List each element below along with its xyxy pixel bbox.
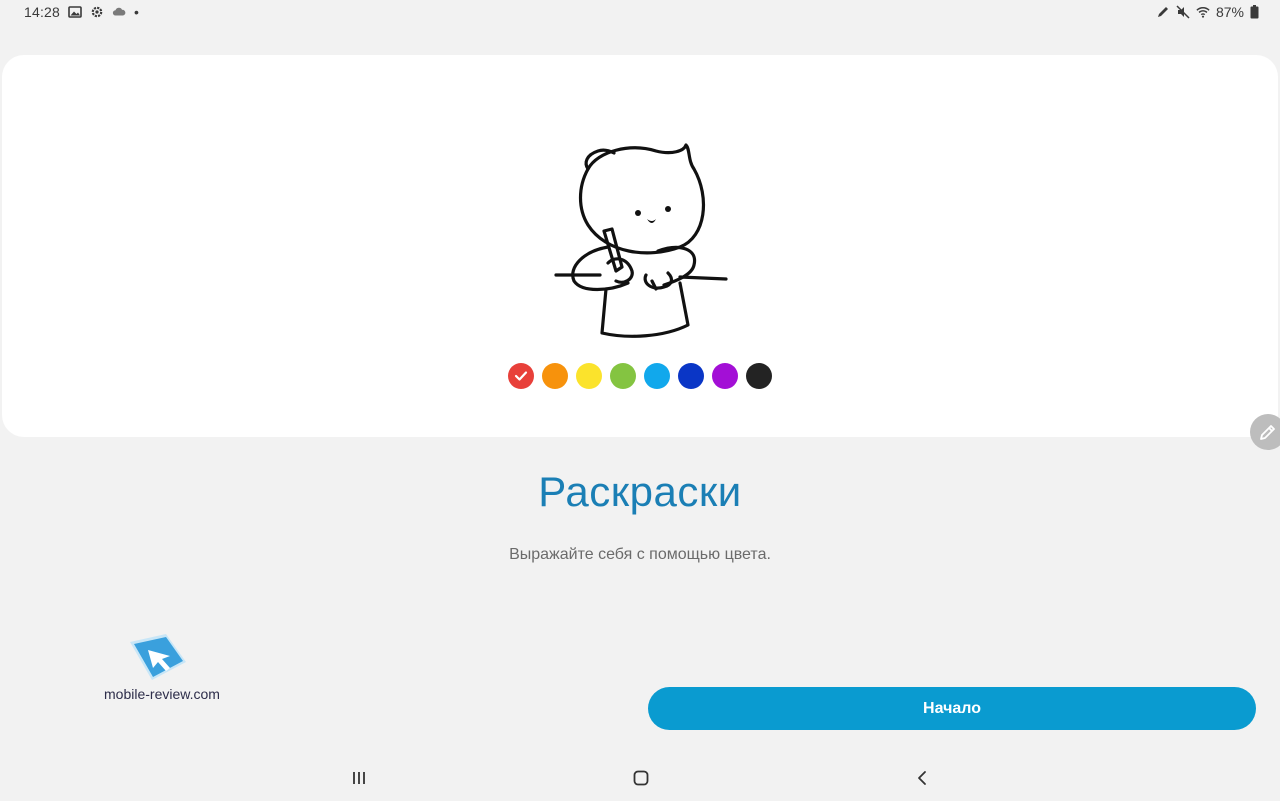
color-swatch[interactable] xyxy=(644,363,670,389)
notification-dot: • xyxy=(134,4,139,20)
status-right: 87% xyxy=(1156,4,1264,20)
back-button[interactable] xyxy=(910,766,934,790)
color-swatch[interactable] xyxy=(678,363,704,389)
status-time: 14:28 xyxy=(24,4,61,20)
pen-icon xyxy=(1156,5,1170,19)
home-button[interactable] xyxy=(629,766,653,790)
battery-icon xyxy=(1250,5,1264,19)
pen-shortcut-button[interactable] xyxy=(1250,414,1280,450)
mute-icon xyxy=(1176,5,1190,19)
status-left: 14:28 • xyxy=(24,4,139,20)
wifi-icon xyxy=(1196,5,1210,19)
color-swatch[interactable] xyxy=(508,363,534,389)
coloring-illustration xyxy=(554,143,728,338)
home-icon xyxy=(633,770,649,786)
recent-apps-icon xyxy=(353,772,365,784)
page-subtitle: Выражайте себя с помощью цвета. xyxy=(509,546,771,563)
pencil-icon xyxy=(1260,425,1275,440)
recent-apps-button[interactable] xyxy=(347,766,371,790)
color-swatch[interactable] xyxy=(746,363,772,389)
settings-icon xyxy=(90,5,104,19)
cloud-icon xyxy=(112,5,126,19)
color-swatch[interactable] xyxy=(576,363,602,389)
start-button[interactable]: Начало xyxy=(648,687,1256,730)
checkmark-icon xyxy=(514,371,528,381)
color-swatches xyxy=(508,363,772,389)
color-swatch[interactable] xyxy=(610,363,636,389)
watermark: mobile-review.com xyxy=(100,632,220,712)
watermark-text: mobile-review.com xyxy=(104,686,220,702)
status-bar: 14:28 • 87% xyxy=(0,0,1280,24)
color-swatch[interactable] xyxy=(542,363,568,389)
page-title: Раскраски xyxy=(538,468,742,515)
preview-card xyxy=(2,55,1280,450)
navigation-bar xyxy=(0,756,1280,801)
gallery-icon xyxy=(68,5,82,19)
color-swatch[interactable] xyxy=(712,363,738,389)
back-chevron-icon xyxy=(918,771,926,785)
battery-percent: 87% xyxy=(1215,4,1244,20)
mobile-review-logo-icon xyxy=(130,634,186,680)
